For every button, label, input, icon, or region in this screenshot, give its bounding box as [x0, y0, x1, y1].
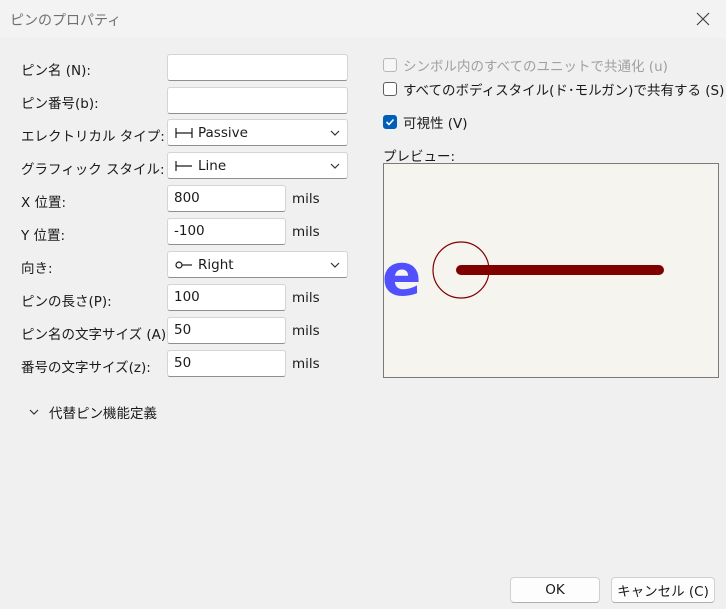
- y-position-label: Y 位置:: [21, 228, 66, 244]
- close-icon: [696, 12, 710, 26]
- window-title: ピンのプロパティ: [10, 13, 122, 29]
- checkbox-box: [383, 58, 397, 72]
- pin-number-label: ピン番号(b):: [21, 96, 99, 112]
- y-position-unit: mils: [292, 224, 320, 240]
- visible-checkbox[interactable]: 可視性 (V): [383, 112, 468, 132]
- line-pin-icon: [174, 158, 196, 174]
- x-position-label: X 位置:: [21, 195, 67, 211]
- graphic-style-label: グラフィック スタイル:: [21, 162, 165, 178]
- pin-length-input[interactable]: 100: [167, 284, 286, 311]
- checkmark-icon: [383, 115, 397, 129]
- pin-name-label: ピン名 (N):: [21, 63, 91, 79]
- pin-length-unit: mils: [292, 290, 320, 306]
- number-text-size-input[interactable]: 50: [167, 350, 286, 377]
- common-to-all-units-label: シンボル内のすべてのユニットで共通化 (u): [403, 59, 668, 75]
- common-to-all-units-checkbox[interactable]: シンボル内のすべてのユニットで共通化 (u): [383, 55, 668, 75]
- chevron-down-icon: [29, 409, 39, 415]
- checkbox-box: [383, 82, 397, 96]
- chevron-down-icon: [330, 163, 340, 169]
- number-text-size-label: 番号の文字サイズ(z):: [21, 360, 151, 376]
- chevron-down-icon: [330, 130, 340, 136]
- pin-name-input[interactable]: [167, 54, 348, 81]
- pin-name-glyph: e: [384, 241, 421, 309]
- cancel-button[interactable]: キャンセル (C): [611, 577, 715, 603]
- name-text-size-input[interactable]: 50: [167, 317, 286, 344]
- electrical-type-value: Passive: [198, 124, 248, 141]
- common-to-all-body-styles-label: すべてのボディスタイル(ド･モルガン)で共有する (S): [403, 83, 725, 99]
- name-text-size-unit: mils: [292, 323, 320, 339]
- close-button[interactable]: [688, 4, 718, 34]
- orientation-label: 向き:: [21, 261, 53, 277]
- name-text-size-label: ピン名の文字サイズ (A):: [21, 327, 171, 343]
- y-position-input[interactable]: -100: [167, 218, 286, 245]
- graphic-style-value: Line: [198, 157, 227, 174]
- pin-number-input[interactable]: [167, 87, 348, 114]
- common-to-all-body-styles-checkbox[interactable]: すべてのボディスタイル(ド･モルガン)で共有する (S): [383, 79, 724, 99]
- passive-pin-icon: [174, 125, 196, 141]
- orientation-value: Right: [198, 256, 234, 273]
- x-position-unit: mils: [292, 191, 320, 207]
- title-bar: ピンのプロパティ: [0, 0, 726, 38]
- right-pin-icon: [174, 257, 196, 273]
- ok-button[interactable]: OK: [510, 577, 600, 603]
- alternate-pins-expander[interactable]: 代替ピン機能定義: [27, 402, 157, 422]
- pin-length-label: ピンの長さ(P):: [21, 294, 112, 310]
- electrical-type-label: エレクトリカル タイプ:: [21, 129, 165, 145]
- preview-canvas: e: [383, 163, 719, 378]
- electrical-type-select[interactable]: Passive: [167, 119, 348, 146]
- orientation-select[interactable]: Right: [167, 251, 348, 278]
- graphic-style-select[interactable]: Line: [167, 152, 348, 179]
- chevron-down-icon: [330, 262, 340, 268]
- number-text-size-unit: mils: [292, 356, 320, 372]
- visible-label: 可視性 (V): [403, 116, 468, 132]
- pin-preview-drawing: e: [384, 241, 664, 309]
- preview-label: プレビュー:: [383, 149, 456, 165]
- x-position-input[interactable]: 800: [167, 185, 286, 212]
- alternate-pins-label: 代替ピン機能定義: [49, 406, 157, 422]
